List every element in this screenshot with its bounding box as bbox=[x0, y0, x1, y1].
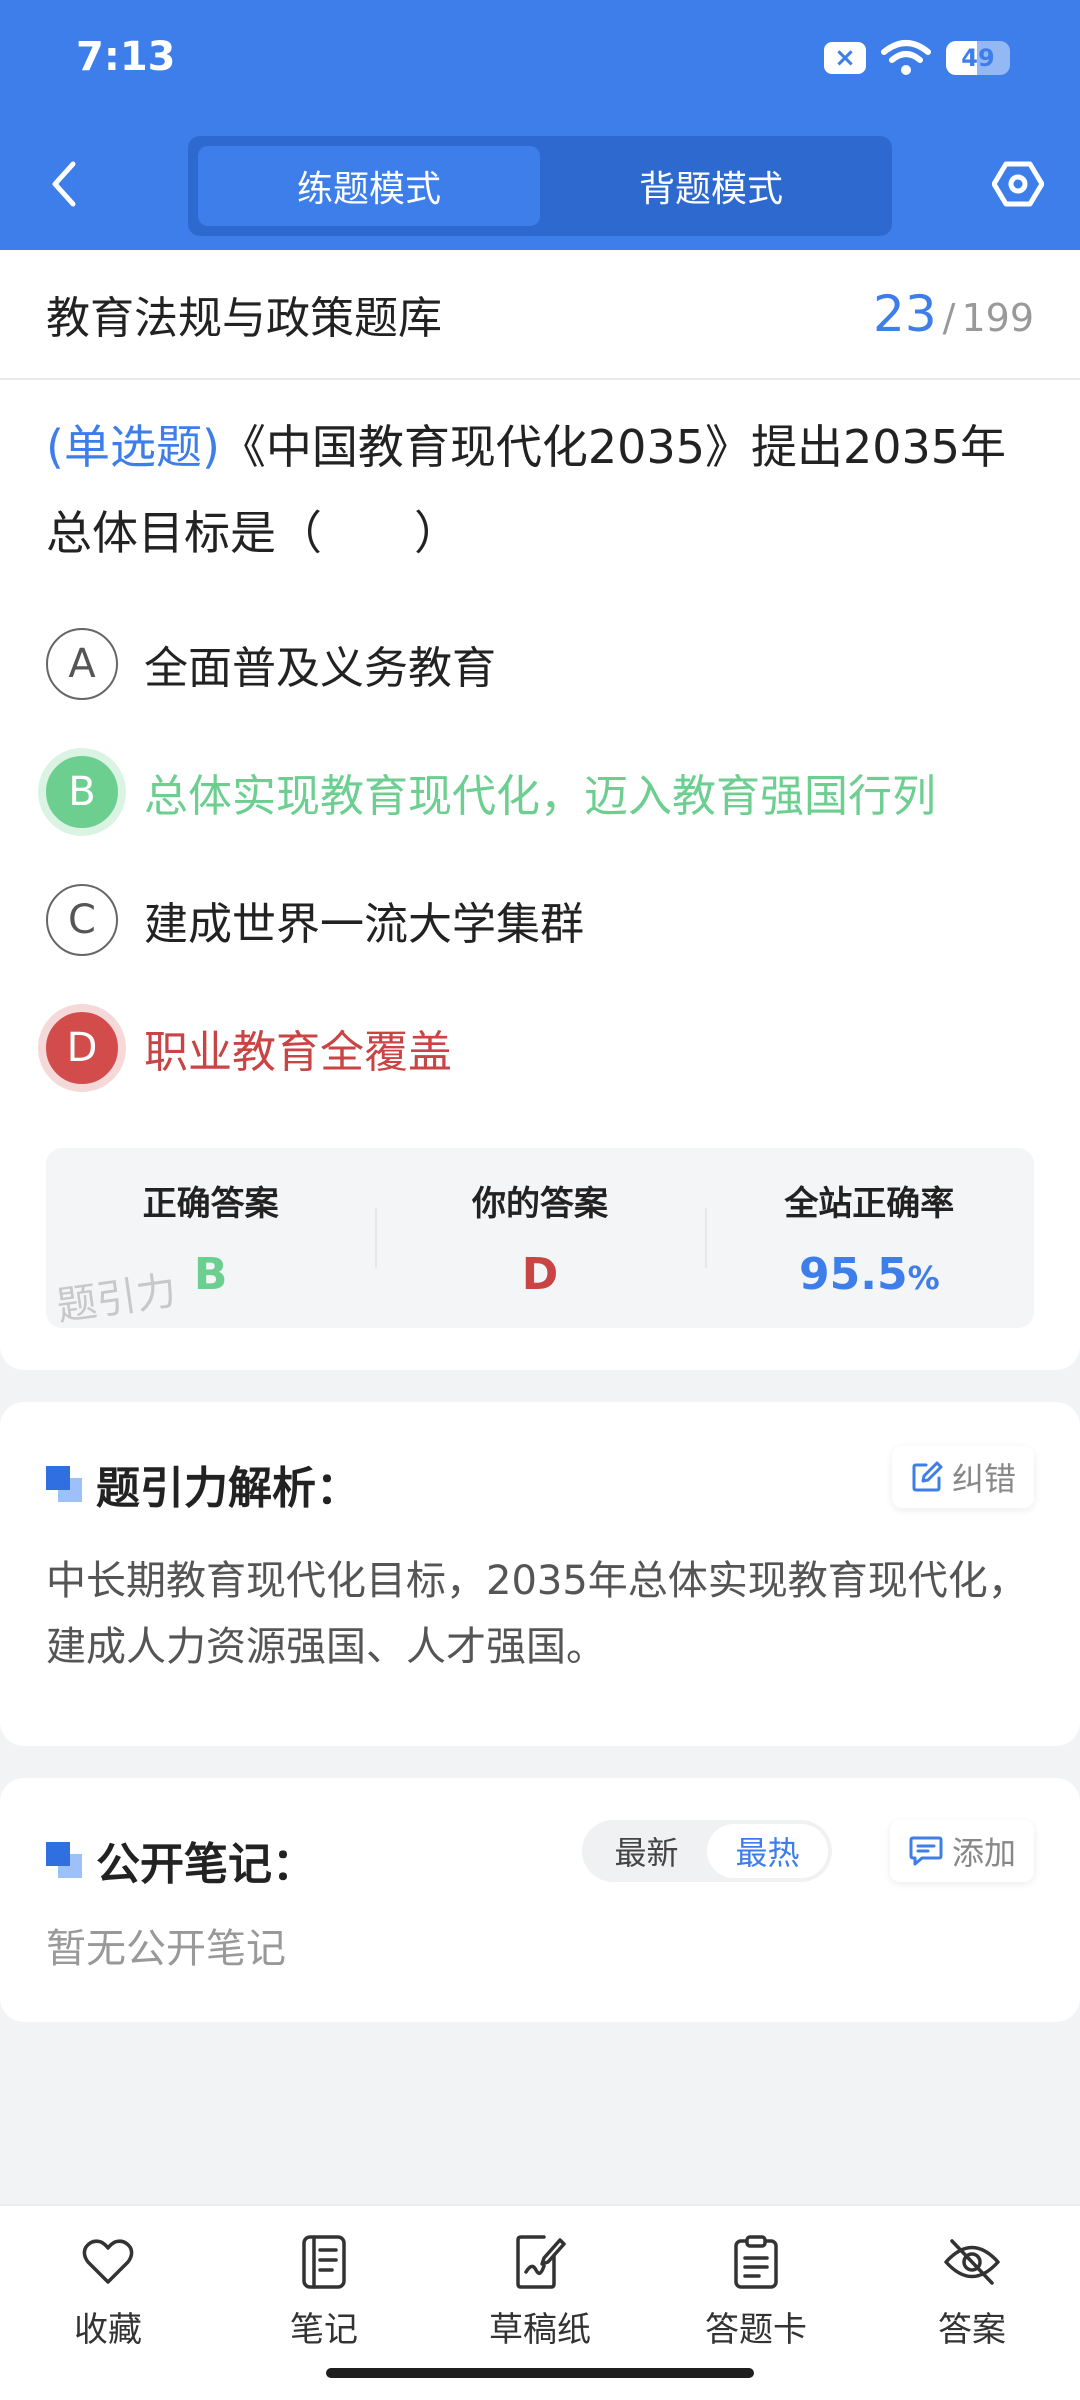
analysis-card: 题引力解析： 纠错 中长期教育现代化目标，2035年总体实现教育现代化，建成人力… bbox=[0, 1402, 1080, 1746]
tab-practice-mode[interactable]: 练题模式 bbox=[198, 146, 540, 226]
status-time: 7:13 bbox=[76, 34, 176, 80]
rate-unit: % bbox=[907, 1259, 940, 1297]
stat-your-answer: 你的答案 D bbox=[375, 1148, 704, 1328]
back-button[interactable] bbox=[40, 160, 88, 208]
analysis-header: 题引力解析： bbox=[46, 1452, 360, 1516]
tab-label: 答题卡 bbox=[705, 2310, 807, 2350]
tab-memorize-mode[interactable]: 背题模式 bbox=[540, 146, 882, 226]
section-squares-icon bbox=[46, 1842, 82, 1878]
battery-icon: 49 bbox=[946, 41, 1010, 75]
section-squares-icon bbox=[46, 1466, 82, 1502]
public-notes-card: 公开笔记： 最新 最热 添加 暂无公开笔记 bbox=[0, 1778, 1080, 2022]
notes-sort-toggle: 最新 最热 bbox=[582, 1820, 832, 1882]
settings-button[interactable] bbox=[990, 156, 1046, 212]
answer-stats: 正确答案 B 题引力 你的答案 D 全站正确率 95.5% bbox=[46, 1148, 1034, 1328]
sim-disabled-icon: × bbox=[824, 42, 866, 74]
add-note-label: 添加 bbox=[951, 1834, 1016, 1872]
rate-number: 95.5 bbox=[799, 1249, 908, 1300]
progress-current: 23 bbox=[873, 285, 937, 343]
chevron-left-icon bbox=[52, 161, 76, 207]
option-d[interactable]: D 职业教育全覆盖 bbox=[46, 984, 1034, 1112]
no-notes-text: 暂无公开笔记 bbox=[46, 1926, 286, 1972]
option-text: 建成世界一流大学集群 bbox=[144, 899, 584, 950]
option-badge: C bbox=[46, 884, 118, 956]
report-error-label: 纠错 bbox=[951, 1460, 1016, 1498]
notes-header: 公开笔记： bbox=[46, 1828, 316, 1892]
stat-correct-answer: 正确答案 B 题引力 bbox=[46, 1148, 375, 1328]
eye-off-icon bbox=[942, 2232, 1002, 2292]
status-bar: 7:13 × 49 bbox=[0, 0, 1080, 120]
stat-value: B bbox=[193, 1249, 228, 1300]
edit-icon bbox=[912, 1461, 943, 1492]
progress-total: 199 bbox=[961, 296, 1034, 340]
report-error-button[interactable]: 纠错 bbox=[891, 1446, 1034, 1508]
question-progress: 23 / 199 bbox=[873, 285, 1034, 343]
options-list: A 全面普及义务教育 B 总体实现教育现代化，迈入教育强国行列 C 建成世界一流… bbox=[0, 600, 1080, 1112]
tab-label: 答案 bbox=[938, 2310, 1006, 2350]
draft-icon bbox=[510, 2232, 570, 2292]
tab-favorite[interactable]: 收藏 bbox=[0, 2206, 216, 2400]
question-stem: (单选题)《中国教育现代化2035》提出2035年总体目标是（ ） bbox=[0, 380, 1080, 576]
analysis-title: 题引力解析： bbox=[96, 1463, 360, 1514]
battery-level: 49 bbox=[961, 44, 995, 72]
wifi-icon bbox=[881, 40, 931, 75]
notes-title: 公开笔记： bbox=[96, 1839, 316, 1890]
stat-label: 你的答案 bbox=[471, 1184, 608, 1224]
stat-label: 正确答案 bbox=[142, 1184, 279, 1224]
question-bank-title: 教育法规与政策题库 bbox=[46, 293, 442, 344]
stat-value: 95.5% bbox=[799, 1249, 940, 1300]
sort-latest[interactable]: 最新 bbox=[586, 1824, 707, 1878]
progress-separator: / bbox=[942, 296, 956, 340]
stat-value: D bbox=[521, 1249, 559, 1300]
option-text: 职业教育全覆盖 bbox=[144, 1027, 452, 1078]
tab-label: 草稿纸 bbox=[489, 2310, 591, 2350]
option-badge: A bbox=[46, 628, 118, 700]
home-indicator[interactable] bbox=[326, 2368, 754, 2378]
question-card: 教育法规与政策题库 23 / 199 (单选题)《中国教育现代化2035》提出2… bbox=[0, 250, 1080, 1370]
option-b[interactable]: B 总体实现教育现代化，迈入教育强国行列 bbox=[46, 728, 1034, 856]
settings-hexagon-icon bbox=[992, 161, 1044, 207]
option-badge: D bbox=[46, 1012, 118, 1084]
tab-show-answer[interactable]: 答案 bbox=[864, 2206, 1080, 2400]
option-a[interactable]: A 全面普及义务教育 bbox=[46, 600, 1034, 728]
add-note-button[interactable]: 添加 bbox=[889, 1820, 1034, 1882]
option-text: 总体实现教育现代化，迈入教育强国行列 bbox=[144, 771, 936, 822]
analysis-text: 中长期教育现代化目标，2035年总体实现教育现代化，建成人力资源强国、人才强国。 bbox=[46, 1558, 1028, 1670]
question-type: (单选题) bbox=[46, 420, 220, 474]
option-c[interactable]: C 建成世界一流大学集群 bbox=[46, 856, 1034, 984]
sort-hottest[interactable]: 最热 bbox=[707, 1824, 828, 1878]
option-text: 全面普及义务教育 bbox=[144, 643, 496, 694]
heart-icon bbox=[78, 2232, 138, 2292]
option-badge: B bbox=[46, 756, 118, 828]
watermark: 题引力 bbox=[53, 1267, 180, 1328]
mode-switch: 练题模式 背题模式 bbox=[188, 136, 892, 236]
stat-accuracy-rate: 全站正确率 95.5% bbox=[704, 1148, 1034, 1328]
tab-label: 收藏 bbox=[74, 2310, 142, 2350]
clipboard-icon bbox=[726, 2232, 786, 2292]
tab-label: 笔记 bbox=[290, 2310, 358, 2350]
app-header: 7:13 × 49 练题模式 背题模式 bbox=[0, 0, 1080, 250]
question-bank-row: 教育法规与政策题库 23 / 199 bbox=[0, 250, 1080, 380]
comment-add-icon bbox=[909, 1836, 943, 1866]
status-icons: × 49 bbox=[824, 38, 1010, 78]
notebook-icon bbox=[294, 2232, 354, 2292]
stat-label: 全站正确率 bbox=[784, 1184, 955, 1224]
